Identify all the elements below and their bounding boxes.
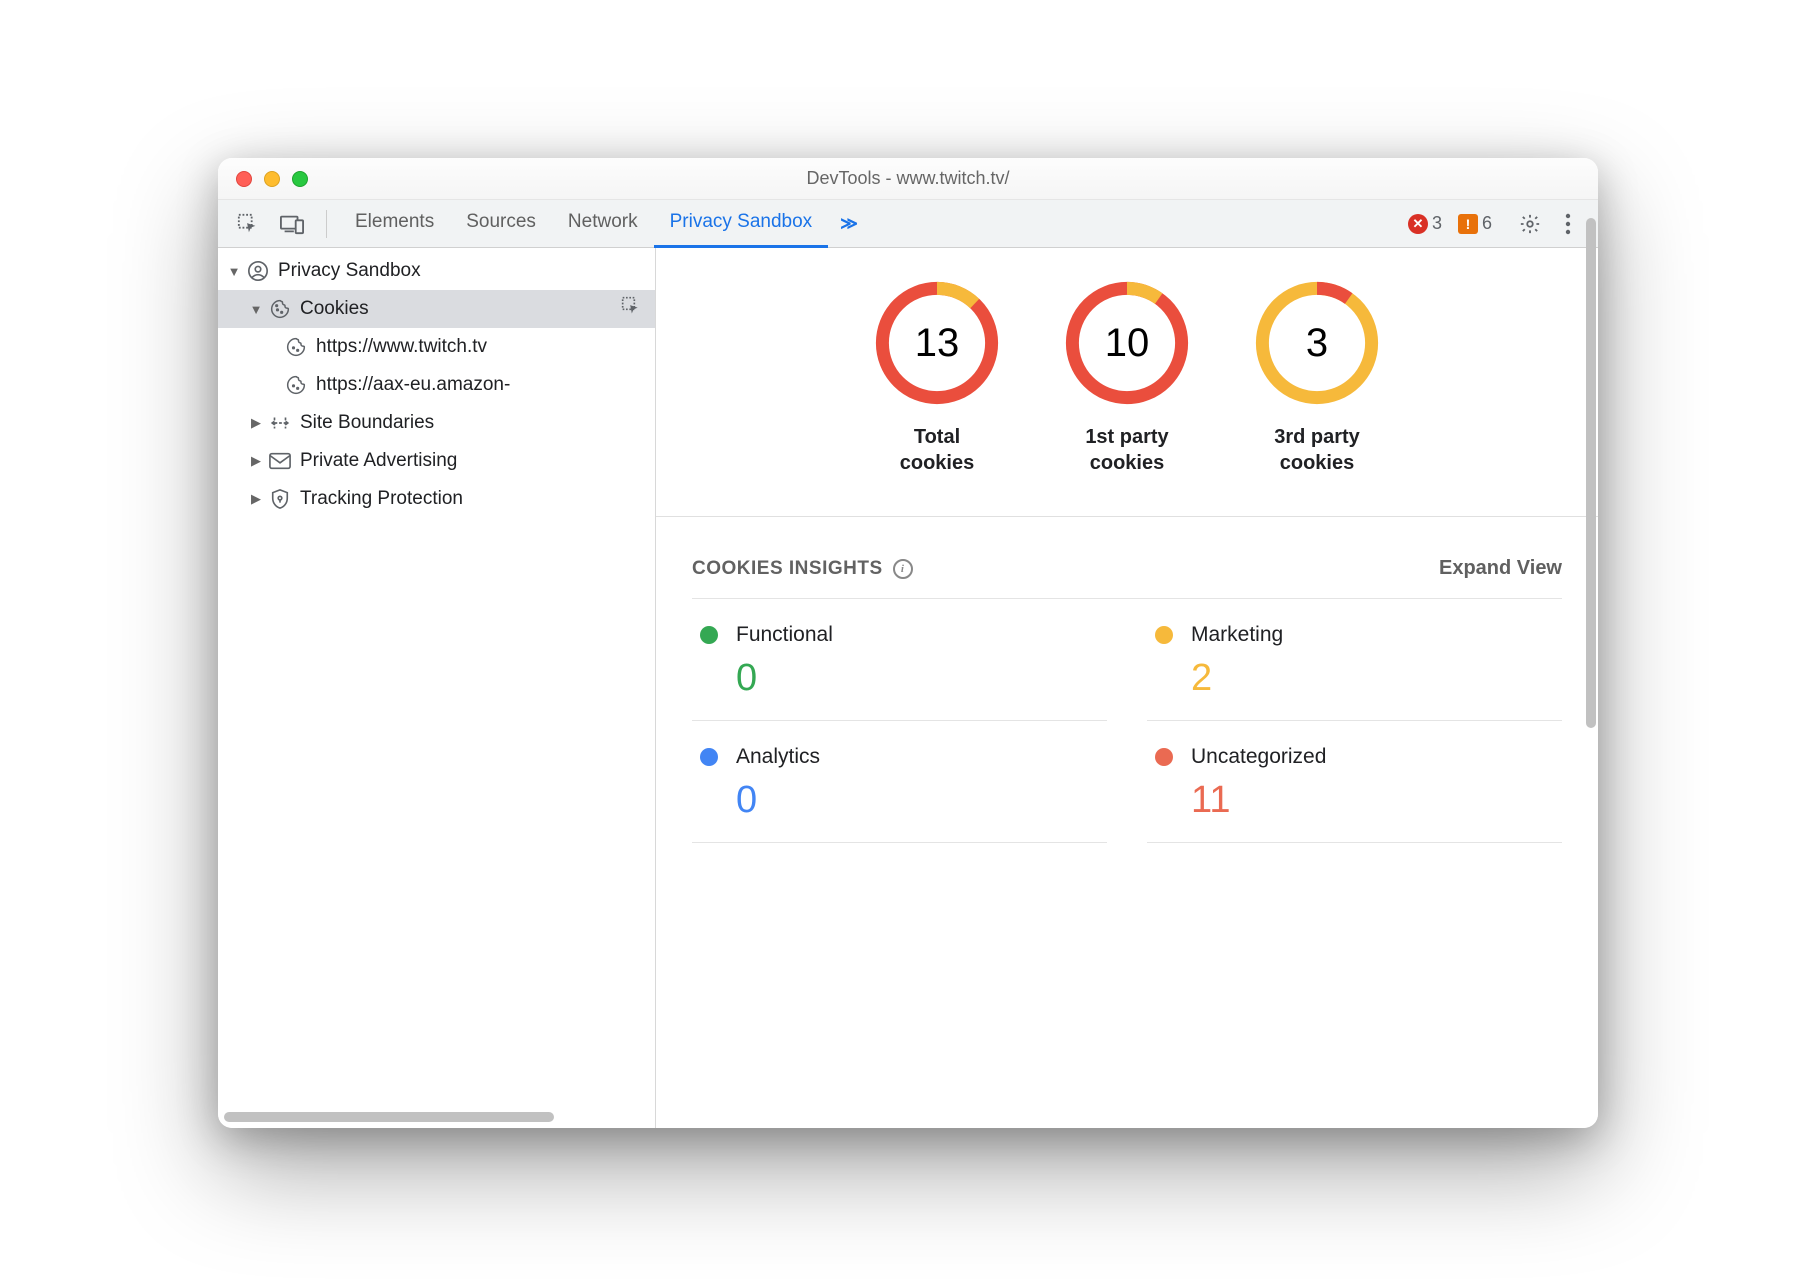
tab-elements[interactable]: Elements: [339, 200, 450, 248]
warning-count-value: 6: [1482, 213, 1492, 234]
stat-label: 3rd party cookies: [1274, 424, 1360, 476]
toolbar-right: ✕ 3 ! 6: [1408, 208, 1590, 240]
dot-icon: [1155, 748, 1173, 766]
inspect-cookies-icon[interactable]: [621, 296, 641, 322]
stat-label: Total cookies: [900, 424, 974, 476]
minimize-window-button[interactable]: [264, 171, 280, 187]
envelope-icon: [268, 449, 292, 473]
tree-item-private-advertising[interactable]: ▶ Private Advertising: [218, 442, 655, 480]
tree-origin-1[interactable]: https://aax-eu.amazon-: [218, 366, 655, 404]
tab-sources[interactable]: Sources: [450, 200, 552, 248]
close-window-button[interactable]: [236, 171, 252, 187]
insight-value: 11: [1191, 779, 1554, 822]
chevron-right-icon: ▶: [248, 491, 264, 507]
panel-body: ▼ Privacy Sandbox ▼ Cookies: [218, 248, 1598, 1128]
tree-root-privacy-sandbox[interactable]: ▼ Privacy Sandbox: [218, 252, 655, 290]
insight-value: 2: [1191, 657, 1554, 700]
cookie-icon: [284, 335, 308, 359]
tree-item-tracking-protection[interactable]: ▶ Tracking Protection: [218, 480, 655, 518]
insight-label: Uncategorized: [1191, 745, 1326, 769]
insight-uncategorized[interactable]: Uncategorized 11: [1147, 721, 1562, 843]
cookie-icon: [284, 373, 308, 397]
stat-total-cookies: 13 Total cookies: [872, 278, 1002, 476]
insights-title: COOKIES INSIGHTS i: [692, 558, 913, 580]
dot-icon: [1155, 626, 1173, 644]
sidebar-horizontal-scrollbar[interactable]: [224, 1112, 554, 1122]
error-icon: ✕: [1408, 214, 1428, 234]
insight-value: 0: [736, 657, 1099, 700]
settings-gear-icon[interactable]: [1514, 208, 1546, 240]
devtools-window: DevTools - www.twitch.tv/ Elements Sour: [218, 158, 1598, 1128]
chevron-down-icon: ▼: [226, 264, 242, 279]
insights-header: COOKIES INSIGHTS i Expand View: [692, 557, 1562, 580]
maximize-window-button[interactable]: [292, 171, 308, 187]
tree-label: Site Boundaries: [300, 412, 434, 434]
tab-privacy-sandbox[interactable]: Privacy Sandbox: [654, 200, 829, 248]
ring-first-party: 10: [1062, 278, 1192, 408]
tree-label: https://www.twitch.tv: [316, 336, 487, 358]
insight-marketing[interactable]: Marketing 2: [1147, 599, 1562, 721]
vertical-scrollbar[interactable]: [1586, 218, 1596, 728]
ring-total: 13: [872, 278, 1002, 408]
sandbox-icon: [246, 259, 270, 283]
shield-lock-icon: [268, 487, 292, 511]
tree-label: Privacy Sandbox: [278, 260, 421, 282]
expand-view-button[interactable]: Expand View: [1439, 557, 1562, 580]
window-controls: [236, 171, 308, 187]
chevron-right-icon: ▶: [248, 453, 264, 469]
insight-value: 0: [736, 779, 1099, 822]
info-icon[interactable]: i: [893, 559, 913, 579]
toolbar-divider: [326, 210, 327, 238]
ring-third-party: 3: [1252, 278, 1382, 408]
chevron-right-icon: ▶: [248, 415, 264, 431]
error-count-value: 3: [1432, 213, 1442, 234]
device-toolbar-icon[interactable]: [276, 208, 308, 240]
main-panel: 13 Total cookies 10: [656, 248, 1598, 1128]
stat-first-party-cookies: 10 1st party cookies: [1062, 278, 1192, 476]
warning-icon: !: [1458, 214, 1478, 234]
stat-value: 13: [872, 278, 1002, 408]
dot-icon: [700, 748, 718, 766]
titlebar: DevTools - www.twitch.tv/: [218, 158, 1598, 200]
toolbar-left: [226, 208, 314, 240]
warning-count[interactable]: ! 6: [1458, 213, 1502, 234]
insight-functional[interactable]: Functional 0: [692, 599, 1107, 721]
inspect-element-icon[interactable]: [232, 208, 264, 240]
tree-origin-0[interactable]: https://www.twitch.tv: [218, 328, 655, 366]
tree-item-site-boundaries[interactable]: ▶ Site Boundaries: [218, 404, 655, 442]
sidebar: ▼ Privacy Sandbox ▼ Cookies: [218, 248, 656, 1128]
stat-third-party-cookies: 3 3rd party cookies: [1252, 278, 1382, 476]
stat-label: 1st party cookies: [1085, 424, 1168, 476]
tree-item-cookies[interactable]: ▼ Cookies: [218, 290, 655, 328]
tree-label: https://aax-eu.amazon-: [316, 374, 510, 396]
stat-value: 3: [1252, 278, 1382, 408]
insight-label: Analytics: [736, 745, 820, 769]
chevron-down-icon: ▼: [248, 302, 264, 317]
dot-icon: [700, 626, 718, 644]
stat-value: 10: [1062, 278, 1192, 408]
insights-grid: Functional 0 Marketing 2: [692, 598, 1562, 843]
window-title: DevTools - www.twitch.tv/: [218, 168, 1598, 189]
panel-tabs: Elements Sources Network Privacy Sandbox…: [339, 200, 870, 248]
insight-analytics[interactable]: Analytics 0: [692, 721, 1107, 843]
tree-label: Private Advertising: [300, 450, 457, 472]
cookie-stats-row: 13 Total cookies 10: [656, 248, 1598, 517]
devtools-toolbar: Elements Sources Network Privacy Sandbox…: [218, 200, 1598, 248]
insight-label: Functional: [736, 623, 833, 647]
insight-label: Marketing: [1191, 623, 1283, 647]
error-count[interactable]: ✕ 3: [1408, 213, 1452, 234]
boundaries-icon: [268, 411, 292, 435]
tree-label: Tracking Protection: [300, 488, 463, 510]
tabs-overflow-icon[interactable]: ≫: [828, 214, 870, 234]
cookie-icon: [268, 297, 292, 321]
kebab-menu-icon[interactable]: [1552, 208, 1584, 240]
cookies-insights-section: COOKIES INSIGHTS i Expand View Functiona…: [656, 517, 1598, 863]
tab-network[interactable]: Network: [552, 200, 654, 248]
tree-label: Cookies: [300, 298, 369, 320]
